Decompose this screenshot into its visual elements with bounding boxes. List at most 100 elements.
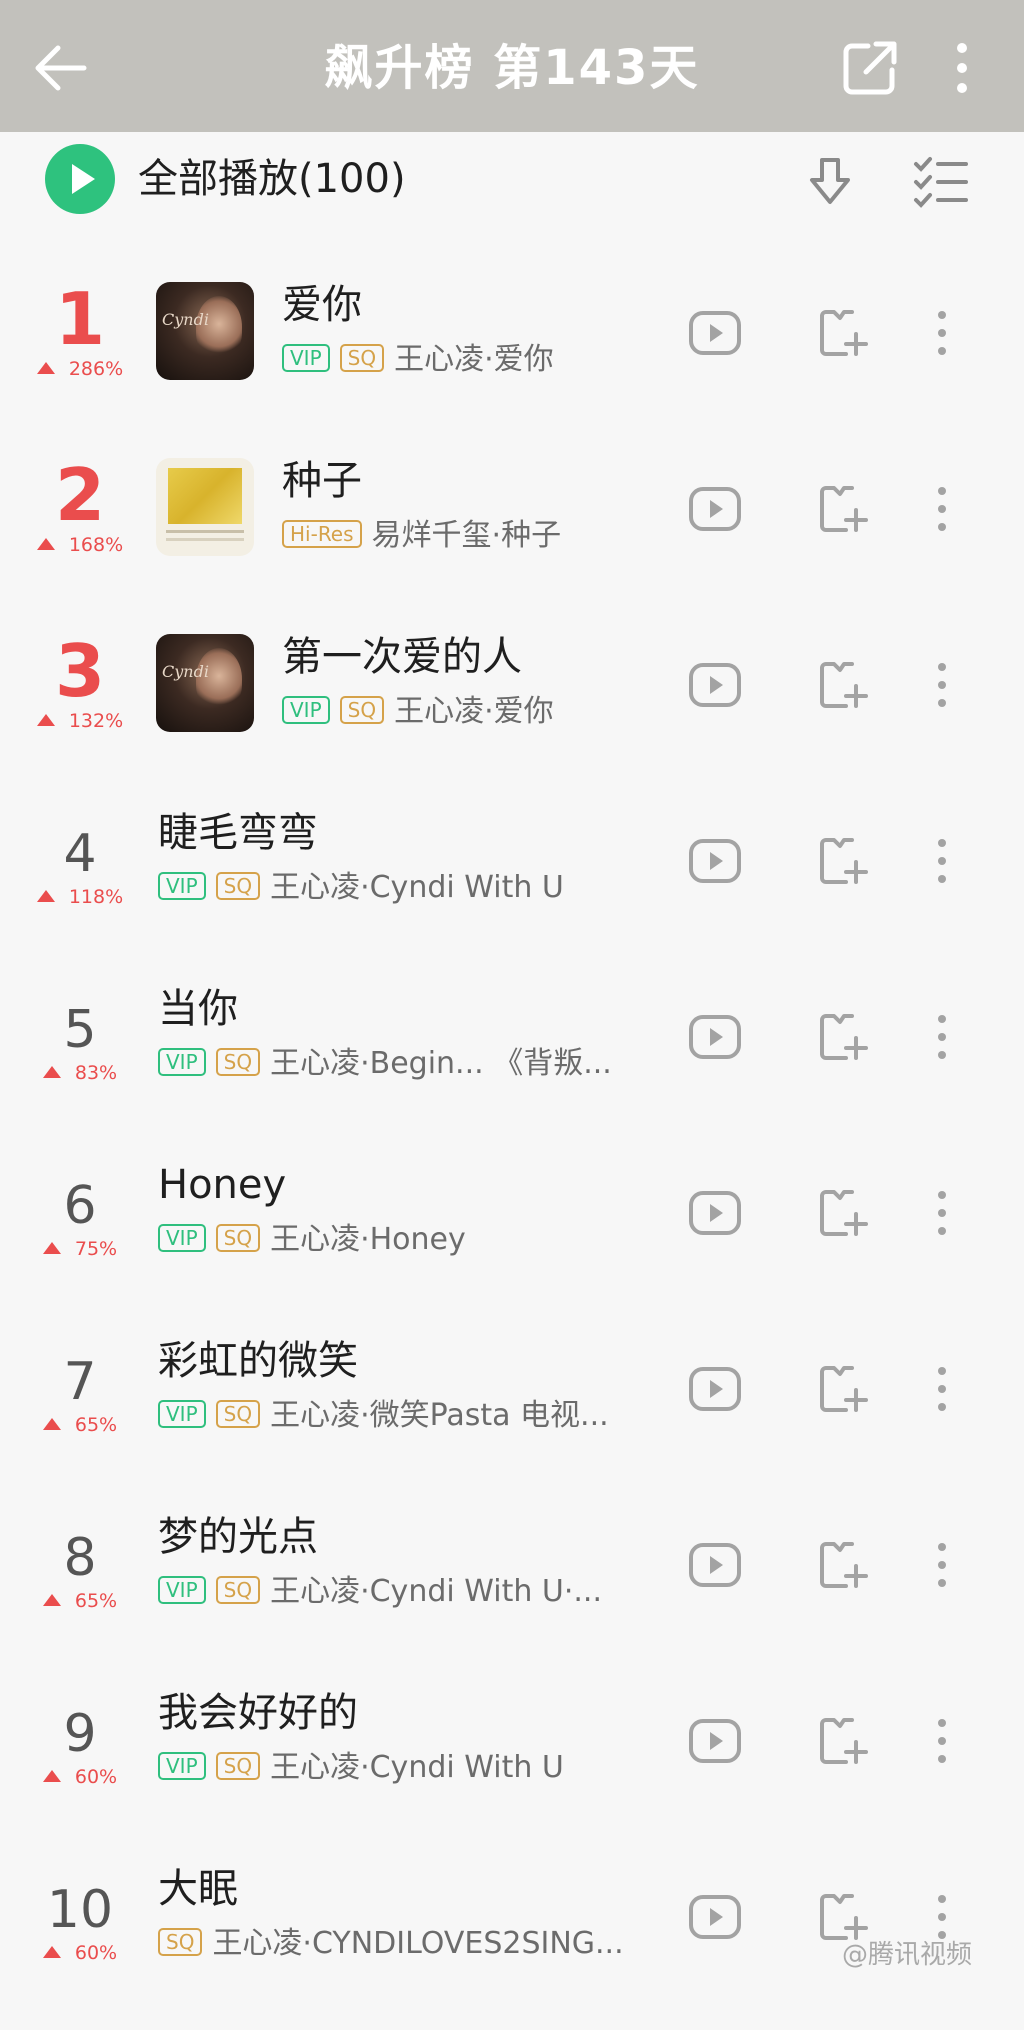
album-cover[interactable]: Cyndi	[156, 282, 254, 380]
add-to-playlist-icon[interactable]	[818, 836, 868, 886]
rank-block: 5 83%	[20, 1000, 140, 1084]
song-row[interactable]: 4 118% 睫毛弯弯 VIP SQ 王心凌·Cyndi With U	[0, 798, 1024, 974]
song-meta: VIP SQ 王心凌·爱你	[282, 692, 554, 732]
row-more-icon[interactable]	[928, 1716, 956, 1766]
mv-play-icon[interactable]	[688, 310, 742, 356]
song-title[interactable]: 种子	[282, 456, 362, 506]
row-more-icon[interactable]	[928, 1364, 956, 1414]
sq-badge: SQ	[215, 1752, 261, 1780]
song-meta: SQ 王心凌·CYNDILOVES2SING...	[158, 1924, 624, 1964]
add-to-playlist-icon[interactable]	[818, 1540, 868, 1590]
row-more-icon[interactable]	[928, 1188, 956, 1238]
rank-change-value: 75%	[74, 1238, 118, 1260]
row-more-icon[interactable]	[928, 836, 956, 886]
artist-album-text: 易烊千玺·种子	[371, 518, 562, 553]
song-title[interactable]: 我会好好的	[158, 1688, 358, 1738]
row-more-icon[interactable]	[928, 660, 956, 710]
cover-text: Cyndi	[162, 662, 209, 681]
artist-album-text: 王心凌·CYNDILOVES2SING...	[212, 1926, 624, 1961]
add-to-playlist-icon[interactable]	[818, 1012, 868, 1062]
rank-block: 7 65%	[20, 1352, 140, 1436]
song-title[interactable]: 爱你	[282, 280, 362, 330]
song-title[interactable]: 彩虹的微笑	[158, 1336, 358, 1386]
add-to-playlist-icon[interactable]	[818, 1364, 868, 1414]
album-cover[interactable]: Cyndi	[156, 634, 254, 732]
rank-block: 4 118%	[20, 824, 140, 908]
row-more-icon[interactable]	[928, 1012, 956, 1062]
rank-change: 168%	[20, 534, 140, 556]
song-row[interactable]: 9 60% 我会好好的 VIP SQ 王心凌·Cyndi With U	[0, 1678, 1024, 1854]
sq-badge: SQ	[339, 344, 385, 372]
artist-album-text: 王心凌·爱你	[394, 694, 554, 729]
more-vertical-icon[interactable]	[940, 36, 984, 100]
artist-album-text: 王心凌·Honey	[270, 1222, 466, 1257]
rank-change: 286%	[20, 358, 140, 380]
song-title[interactable]: 睫毛弯弯	[158, 808, 318, 858]
song-title[interactable]: 大眠	[158, 1864, 238, 1914]
mv-play-icon[interactable]	[688, 1014, 742, 1060]
mv-play-icon[interactable]	[688, 486, 742, 532]
sq-badge: SQ	[215, 1400, 261, 1428]
mv-play-icon[interactable]	[688, 1190, 742, 1236]
sq-badge: SQ	[215, 872, 261, 900]
share-icon[interactable]	[838, 36, 902, 100]
song-row[interactable]: 6 75% Honey VIP SQ 王心凌·Honey	[0, 1150, 1024, 1326]
rank-number: 4	[63, 824, 97, 884]
album-cover[interactable]	[156, 458, 254, 556]
rank-number: 9	[63, 1704, 97, 1764]
song-meta: VIP SQ 王心凌·Begin... 《背叛...	[158, 1044, 612, 1084]
rank-change: 60%	[20, 1942, 140, 1964]
sq-badge: SQ	[215, 1048, 261, 1076]
mv-play-icon[interactable]	[688, 1366, 742, 1412]
song-row[interactable]: 8 65% 梦的光点 VIP SQ 王心凌·Cyndi With U·...	[0, 1502, 1024, 1678]
cover-caption	[166, 530, 244, 533]
song-meta: VIP SQ 王心凌·爱你	[282, 340, 554, 380]
sq-badge: SQ	[215, 1224, 261, 1252]
artist-album-text: 王心凌·Cyndi With U	[270, 870, 564, 905]
artist-album-text: 王心凌·Cyndi With U·...	[270, 1574, 602, 1609]
row-more-icon[interactable]	[928, 1540, 956, 1590]
song-row[interactable]: 5 83% 当你 VIP SQ 王心凌·Begin... 《背叛...	[0, 974, 1024, 1150]
add-to-playlist-icon[interactable]	[818, 1188, 868, 1238]
song-title[interactable]: 当你	[158, 984, 238, 1034]
rank-change-value: 286%	[68, 358, 124, 380]
song-row[interactable]: 3 132% Cyndi 第一次爱的人 VIP SQ 王心凌·爱你	[0, 622, 1024, 798]
add-to-playlist-icon[interactable]	[818, 660, 868, 710]
mv-play-icon[interactable]	[688, 662, 742, 708]
song-title[interactable]: 梦的光点	[158, 1512, 318, 1562]
rank-block: 3 132%	[20, 634, 140, 732]
download-icon[interactable]	[800, 152, 860, 212]
rank-change: 60%	[20, 1766, 140, 1788]
rank-block: 8 65%	[20, 1528, 140, 1612]
song-title[interactable]: Honey	[158, 1160, 286, 1210]
song-row[interactable]: 7 65% 彩虹的微笑 VIP SQ 王心凌·微笑Pasta 电视...	[0, 1326, 1024, 1502]
song-title[interactable]: 第一次爱的人	[282, 632, 522, 682]
row-more-icon[interactable]	[928, 484, 956, 534]
rank-change-value: 60%	[74, 1942, 118, 1964]
mv-play-icon[interactable]	[688, 1718, 742, 1764]
rank-change: 75%	[20, 1238, 140, 1260]
artist-album-text: 王心凌·Cyndi With U	[270, 1750, 564, 1785]
mv-play-icon[interactable]	[688, 838, 742, 884]
watermark: @腾讯视频	[842, 1940, 973, 1970]
add-to-playlist-icon[interactable]	[818, 308, 868, 358]
up-arrow-icon	[42, 1770, 61, 1782]
song-meta: Hi-Res 易烊千玺·种子	[282, 516, 561, 556]
play-all-label[interactable]: 全部播放(100)	[138, 150, 406, 208]
song-row[interactable]: 2 168% 种子 Hi-Res 易烊千玺·种子	[0, 446, 1024, 622]
play-all-button[interactable]	[45, 144, 115, 214]
multi-select-icon[interactable]	[910, 154, 970, 210]
rank-block: 10 60%	[20, 1880, 140, 1964]
artist-album-text: 王心凌·爱你	[394, 342, 554, 377]
rank-change: 132%	[20, 710, 140, 732]
song-row[interactable]: 1 286% Cyndi 爱你 VIP SQ 王心凌·爱你	[0, 270, 1024, 446]
cover-text: Cyndi	[162, 310, 209, 329]
sq-badge: SQ	[158, 1928, 203, 1956]
rank-block: 9 60%	[20, 1704, 140, 1788]
row-more-icon[interactable]	[928, 308, 956, 358]
mv-play-icon[interactable]	[688, 1542, 742, 1588]
add-to-playlist-icon[interactable]	[818, 484, 868, 534]
mv-play-icon[interactable]	[688, 1894, 742, 1940]
add-to-playlist-icon[interactable]	[818, 1716, 868, 1766]
hi-res-badge: Hi-Res	[282, 520, 362, 548]
